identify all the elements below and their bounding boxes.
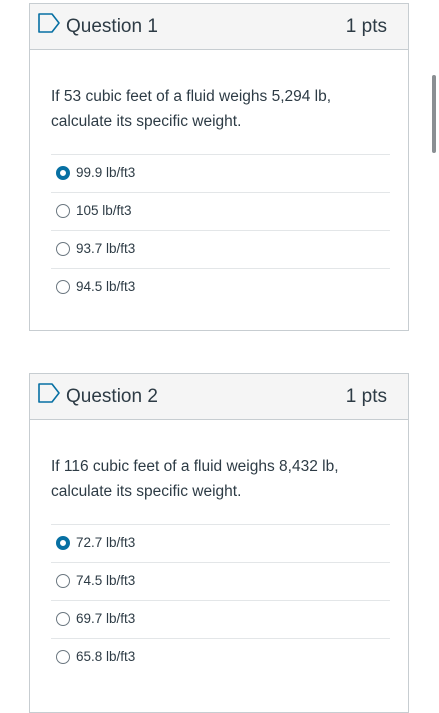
flag-question-icon[interactable] [37, 382, 61, 404]
question-points: 1 pts [345, 386, 387, 407]
answer-option[interactable]: 65.8 lb/ft3 [51, 638, 390, 676]
question-header: Question 1 1 pts [30, 4, 408, 50]
answer-option[interactable]: 72.7 lb/ft3 [51, 524, 390, 562]
question-card-2: Question 2 1 pts If 116 cubic feet of a … [29, 373, 409, 713]
question-card-1: Question 1 1 pts If 53 cubic feet of a f… [29, 3, 409, 331]
answer-option[interactable]: 105 lb/ft3 [51, 192, 390, 230]
question-header: Question 2 1 pts [30, 374, 408, 420]
question-title: Question 1 [66, 16, 158, 37]
answer-label[interactable]: 93.7 lb/ft3 [76, 241, 135, 256]
radio-icon[interactable] [56, 650, 70, 664]
radio-icon[interactable] [56, 574, 70, 588]
question-text: If 116 cubic feet of a fluid weighs 8,43… [51, 458, 339, 500]
answer-label[interactable]: 105 lb/ft3 [76, 203, 132, 218]
answer-option[interactable]: 93.7 lb/ft3 [51, 230, 390, 268]
radio-selected-icon[interactable] [56, 166, 70, 180]
answer-list: 72.7 lb/ft3 74.5 lb/ft3 69.7 lb/ft3 65.8… [51, 524, 390, 676]
question-title: Question 2 [66, 386, 158, 407]
answer-label[interactable]: 99.9 lb/ft3 [76, 165, 135, 180]
answer-option[interactable]: 69.7 lb/ft3 [51, 600, 390, 638]
flag-question-icon[interactable] [37, 12, 61, 34]
answer-label[interactable]: 69.7 lb/ft3 [76, 611, 135, 626]
radio-icon[interactable] [56, 204, 70, 218]
answer-label[interactable]: 74.5 lb/ft3 [76, 573, 135, 588]
answer-label[interactable]: 72.7 lb/ft3 [76, 535, 135, 550]
radio-icon[interactable] [56, 280, 70, 294]
question-points: 1 pts [345, 16, 387, 37]
answer-option[interactable]: 74.5 lb/ft3 [51, 562, 390, 600]
scrollbar[interactable] [432, 75, 436, 153]
answer-label[interactable]: 65.8 lb/ft3 [76, 649, 135, 664]
radio-selected-icon[interactable] [56, 536, 70, 550]
radio-icon[interactable] [56, 612, 70, 626]
radio-icon[interactable] [56, 242, 70, 256]
answer-option[interactable]: 99.9 lb/ft3 [51, 154, 390, 192]
answer-list: 99.9 lb/ft3 105 lb/ft3 93.7 lb/ft3 94.5 … [51, 154, 390, 306]
answer-label[interactable]: 94.5 lb/ft3 [76, 279, 135, 294]
question-text: If 53 cubic feet of a fluid weighs 5,294… [51, 88, 332, 130]
answer-option[interactable]: 94.5 lb/ft3 [51, 268, 390, 306]
